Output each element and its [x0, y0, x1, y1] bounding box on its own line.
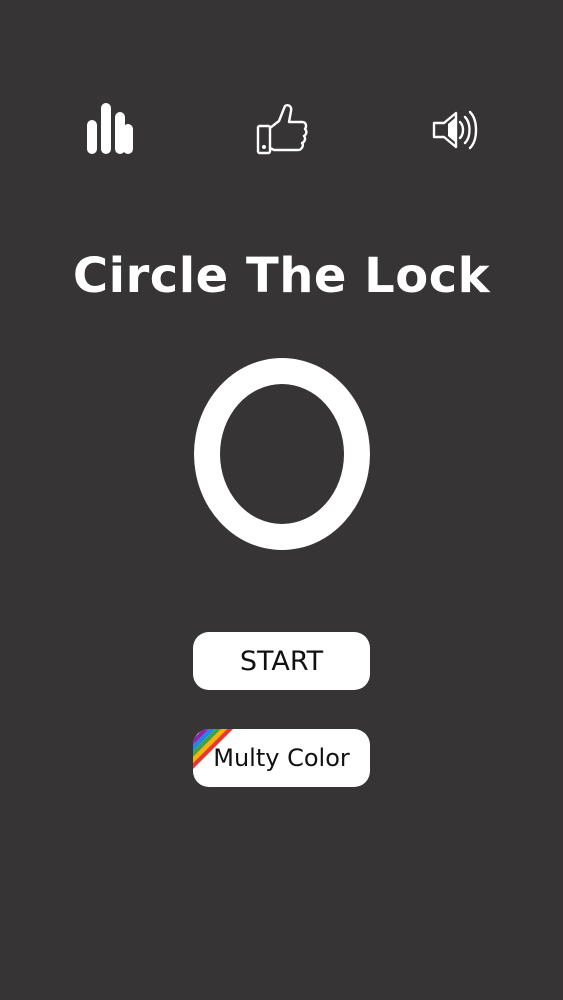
multy-color-button[interactable]: Multy Color — [193, 729, 370, 787]
start-button-label: START — [239, 645, 324, 677]
game-title: Circle The Lock — [72, 248, 491, 304]
speaker-icon[interactable] — [428, 102, 488, 158]
start-button[interactable]: START — [193, 632, 370, 690]
stats-icon[interactable] — [82, 100, 138, 160]
lock-ring — [194, 358, 370, 550]
multy-color-button-label: Multy Color — [213, 744, 350, 772]
thumbs-up-icon[interactable] — [252, 100, 312, 160]
